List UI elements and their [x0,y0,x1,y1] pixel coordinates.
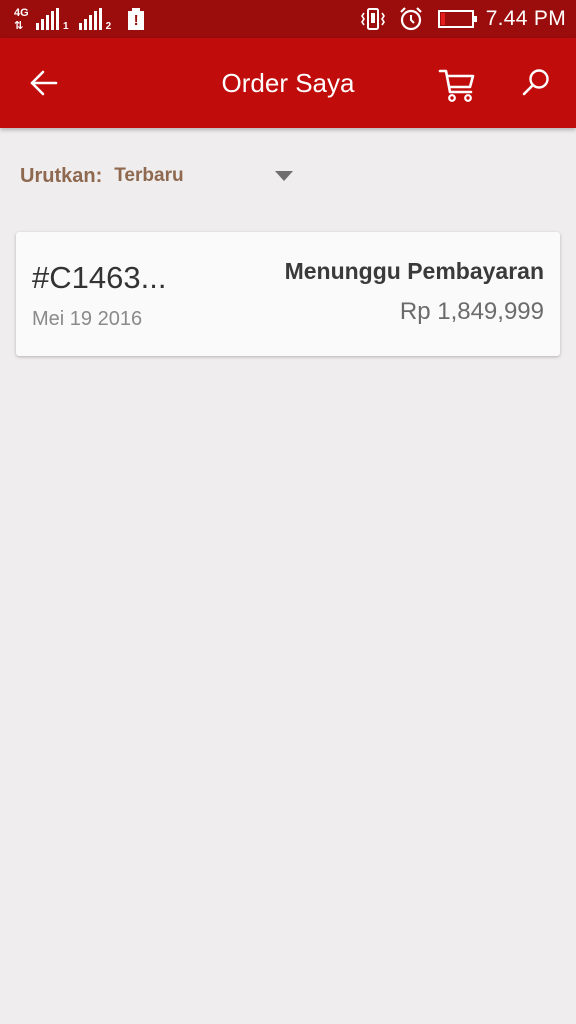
alert-symbol: ! [128,11,145,30]
search-button[interactable] [516,63,556,103]
back-button[interactable] [24,63,64,103]
caret-down-icon [275,171,293,181]
order-card[interactable]: #C1463... Mei 19 2016 Menunggu Pembayara… [16,232,560,356]
order-amount: Rp 1,849,999 [399,298,544,325]
app-bar: Order Saya [0,38,576,128]
order-id: #C1463... [32,260,167,295]
signal-sim1-icon [36,8,59,30]
alarm-clock-icon [399,7,422,31]
battery-level: 14 [449,12,463,26]
cart-icon [438,69,475,102]
status-bar-right: 14 7.44 PM [360,0,566,38]
status-bar-left: 4G ⇅ 1 2 ! [14,4,145,34]
cart-button[interactable] [436,62,480,106]
sort-selected-value: Terbaru [114,165,184,186]
order-date: Mei 19 2016 [32,308,143,330]
arrow-left-icon [30,70,58,96]
order-status: Menunggu Pembayaran [284,258,544,284]
battery-icon: 14 [437,10,477,28]
vibrate-icon [360,8,385,30]
sim2-label: 2 [105,21,112,32]
search-icon [522,69,549,96]
page-title: Order Saya [221,68,355,98]
sort-label: Urutkan: [20,164,103,187]
sort-dropdown[interactable]: Urutkan: Terbaru [20,158,320,194]
alert-notification-icon: ! [127,8,145,30]
signal-sim2-icon [78,8,102,30]
status-bar: 4G ⇅ 1 2 ! 14 7.44 PM [0,0,576,38]
network-type-indicator: 4G ⇅ [14,6,34,34]
clock-time: 7.44 PM [485,7,566,30]
data-arrows-icon: ⇅ [14,20,24,32]
network-type-label: 4G [14,7,29,19]
sim1-label: 1 [63,21,69,32]
